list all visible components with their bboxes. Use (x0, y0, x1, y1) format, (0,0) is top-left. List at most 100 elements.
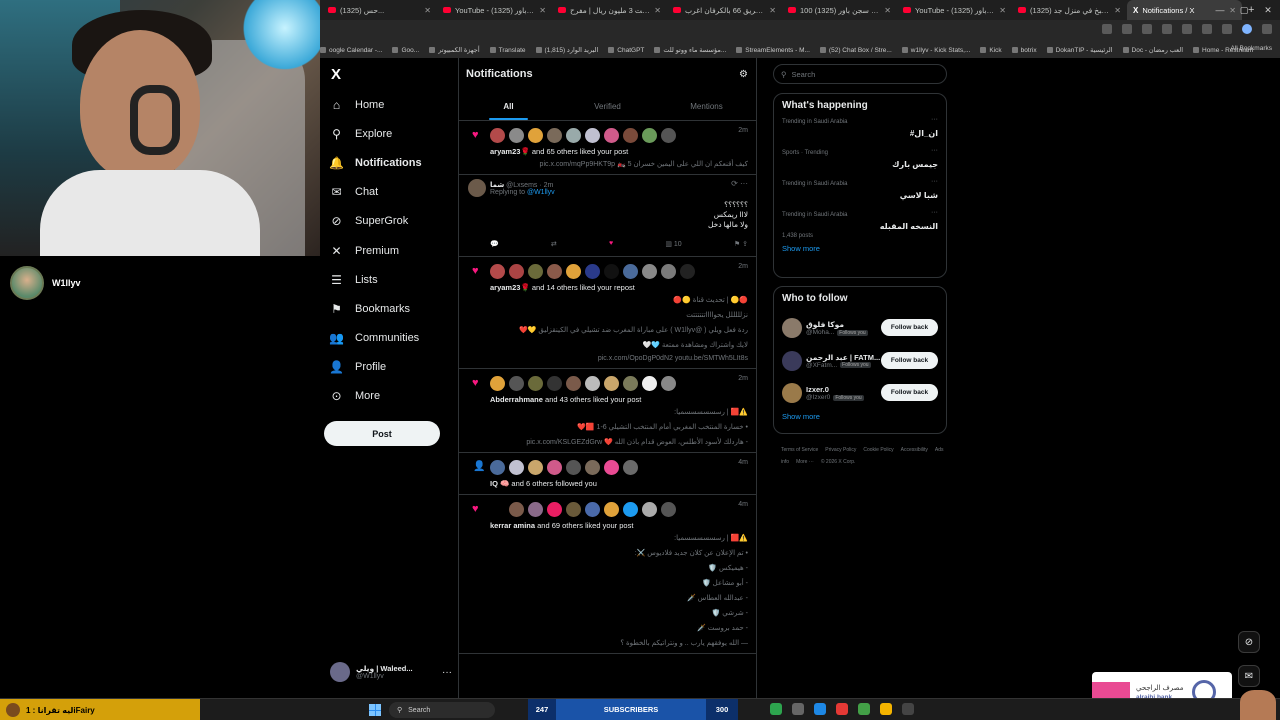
avatar[interactable] (528, 263, 543, 279)
app-icon[interactable] (902, 703, 914, 715)
post-button[interactable]: Post (324, 421, 440, 446)
avatar[interactable] (585, 127, 600, 143)
avatar[interactable] (623, 459, 638, 475)
avatar[interactable] (604, 501, 619, 517)
avatar[interactable] (468, 179, 486, 197)
avatar[interactable] (490, 127, 505, 143)
avatar[interactable] (585, 459, 600, 475)
app-icon[interactable] (792, 703, 804, 715)
sidebar-item-notifications[interactable]: 🔔 Notifications (329, 148, 422, 177)
follow-notification[interactable]: 👤 4m IQ 🧠 and 6 others followed you (459, 453, 756, 495)
actor-name[interactable]: IQ 🧠 (490, 479, 509, 488)
browser-tab[interactable]: اسرقت 3 مليون ريال | مفرح...✕ (552, 0, 667, 20)
trend-item[interactable]: Trending in Saudi Arabia ··· #ان_ال (774, 115, 946, 146)
avatar[interactable] (566, 375, 581, 391)
follow-suggestion[interactable]: عبد الرحمن | FATM... @XFatm... Follows you… (774, 345, 946, 378)
extension-icon[interactable] (1182, 24, 1192, 34)
more-dots-icon[interactable]: ··· (931, 178, 938, 185)
avatar[interactable] (528, 501, 543, 517)
avatar[interactable] (566, 263, 581, 279)
avatar[interactable] (547, 459, 562, 475)
avatar[interactable] (509, 127, 524, 143)
trend-item[interactable]: Sports · Trending ··· جيمس بارك (774, 146, 946, 177)
avatar[interactable] (661, 501, 676, 517)
like-notification[interactable]: ♥ 2m Abderrahmane and 43 others liked your… (459, 369, 756, 453)
avatar[interactable] (566, 501, 581, 517)
avatar[interactable] (604, 263, 619, 279)
avatar[interactable] (661, 127, 676, 143)
avatar[interactable] (509, 459, 524, 475)
taskbar-search[interactable]: ⚲ Search (389, 702, 495, 718)
avatar[interactable] (604, 127, 619, 143)
footer-link[interactable]: Terms of Service (781, 447, 818, 453)
app-icon[interactable] (770, 703, 782, 715)
avatar[interactable] (604, 375, 619, 391)
actor-name[interactable]: Abderrahmane (490, 395, 543, 404)
bookmark-item[interactable]: ChatGPT (608, 47, 644, 54)
bookmark-item[interactable]: أجهزة الكمبيوتر (429, 46, 480, 54)
avatar[interactable] (490, 375, 505, 391)
avatar[interactable] (782, 318, 802, 339)
bookmark-item[interactable]: Goo... (392, 47, 419, 54)
browser-tab[interactable]: YouTube - سجن باور (1325) ✕ (437, 0, 552, 20)
app-icon[interactable] (858, 703, 870, 715)
search-box[interactable]: ⚲ (773, 64, 947, 84)
extension-icon[interactable] (1142, 24, 1152, 34)
avatar[interactable] (566, 459, 581, 475)
avatar[interactable] (509, 375, 524, 391)
reply-icon[interactable]: 💬 (490, 240, 499, 248)
windows-start-icon[interactable] (369, 704, 381, 716)
avatar[interactable] (642, 501, 657, 517)
post-preview-link[interactable]: pic.x.com/OpoDgP0dN2 youtu.be/SMTWh5LIt8… (490, 355, 748, 362)
footer-link[interactable]: Privacy Policy (825, 447, 856, 453)
browser-tab[interactable]: YouTube - سجن باور (1325) ✕ (897, 0, 1012, 20)
show-more-link[interactable]: Show more (782, 412, 946, 421)
follow-suggestion[interactable]: موكا فلوق @Moha... Follows you Follow back (774, 312, 946, 345)
gear-icon[interactable]: ⚙ (739, 69, 748, 80)
tab-verified[interactable]: Verified (558, 92, 657, 120)
browser-tab[interactable]: 100 ساعة في سجن باور (1325)✕ (782, 0, 897, 20)
sidebar-item-lists[interactable]: ☰ Lists (330, 265, 422, 294)
avatar[interactable] (585, 501, 600, 517)
extension-icon[interactable] (1162, 24, 1172, 34)
bookmark-item[interactable]: StreamElements - M... (736, 47, 810, 54)
reply-notification[interactable]: ⟳ ··· شما @Lxsems · 2m Replying to @W1llyv… (459, 175, 756, 257)
avatar[interactable] (623, 375, 638, 391)
repost-icon[interactable]: ⇄ (551, 240, 557, 248)
actor-name[interactable]: aryam23🌹 (490, 147, 530, 156)
replying-to-link[interactable]: @W1llyv (527, 189, 555, 196)
menu-icon[interactable] (1262, 24, 1272, 34)
avatar[interactable] (680, 263, 695, 279)
trend-item[interactable]: Trending in Saudi Arabia ··· النسخه المقبل… (774, 208, 946, 239)
sidebar-item-supergrok[interactable]: ⊘ SuperGrok (330, 207, 422, 236)
avatar[interactable] (547, 501, 562, 517)
sidebar-item-more[interactable]: ⊙ More (330, 382, 422, 411)
avatar[interactable] (604, 459, 619, 475)
sidebar-item-explore[interactable]: ⚲ Explore (330, 119, 422, 148)
avatar[interactable] (547, 375, 562, 391)
profile-avatar-icon[interactable] (1242, 24, 1252, 34)
avatar[interactable] (528, 459, 543, 475)
like-notification[interactable]: ♥ 4m kerrar amina and 69 others liked your… (459, 495, 756, 654)
grok-icon[interactable]: ⊘ (1238, 631, 1260, 653)
avatar[interactable] (642, 263, 657, 279)
close-icon[interactable]: ✕ (1114, 6, 1121, 15)
like-notification[interactable]: ♥ 2m aryam23🌹 and 14 others liked your rep… (459, 257, 756, 369)
browser-tab[interactable]: (1325) حس... ✕ (322, 0, 437, 20)
avatar[interactable] (528, 127, 543, 143)
sidebar-item-profile[interactable]: 👤 Profile (329, 353, 422, 382)
avatar[interactable] (782, 383, 802, 404)
more-dots-icon[interactable]: ··· (931, 147, 938, 154)
bookmark-item[interactable]: مؤسسة ماء ووتو للت... (654, 46, 726, 54)
avatar[interactable] (547, 263, 562, 279)
chrome-icon[interactable] (880, 703, 892, 715)
show-more-link[interactable]: Show more (782, 244, 946, 253)
close-icon[interactable]: ✕ (884, 6, 891, 15)
close-icon[interactable]: ✕ (654, 6, 661, 15)
close-icon[interactable]: ✕ (424, 6, 431, 15)
avatar[interactable] (509, 263, 524, 279)
bookmark-item[interactable]: Kick (980, 47, 1002, 54)
bookmark-item[interactable]: Translate (489, 47, 526, 54)
bookmark-item[interactable]: botrix (1011, 47, 1037, 54)
avatar[interactable] (585, 375, 600, 391)
